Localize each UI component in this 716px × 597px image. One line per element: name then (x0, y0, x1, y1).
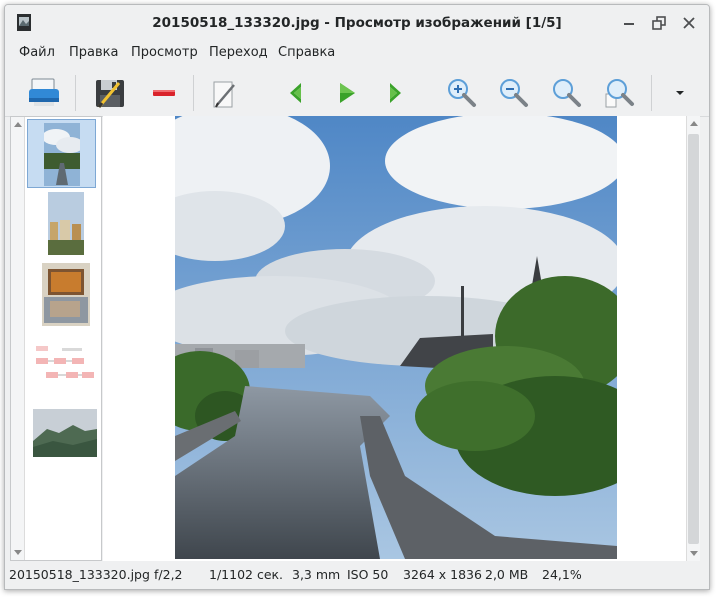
zoom-original-icon (553, 79, 581, 107)
maximize-button[interactable] (649, 13, 669, 33)
zoom-out-icon (500, 79, 528, 107)
close-button[interactable] (679, 13, 699, 33)
scroll-down-icon[interactable] (690, 551, 698, 556)
menu-view[interactable]: Просмотр (131, 45, 198, 60)
status-focal-length: 3,3 mm (292, 567, 341, 582)
thumbnail-city-photo[interactable] (48, 192, 84, 255)
scrollbar-handle[interactable] (688, 134, 699, 544)
save-as-button[interactable] (89, 76, 129, 110)
edit-button[interactable] (203, 76, 243, 110)
save-as-icon (96, 80, 124, 108)
main-photo (175, 116, 617, 559)
menu-bar: Файл Правка Просмотр Переход Справка (5, 41, 709, 67)
next-icon (390, 83, 401, 103)
status-iso: ISO 50 (347, 567, 389, 582)
menu-go[interactable]: Переход (209, 45, 268, 60)
previous-button[interactable] (275, 76, 315, 110)
zoom-fit-button[interactable] (598, 76, 638, 110)
status-zoom: 24,1% (542, 567, 582, 582)
thumbnail-mountains-photo[interactable] (33, 409, 97, 457)
window-title: 20150518_133320.jpg - Просмотр изображен… (152, 15, 562, 31)
thumbnail-river-photo (44, 123, 80, 186)
thumbnail-painting-photo[interactable] (42, 263, 90, 326)
thumbnail-scrollbar[interactable] (11, 117, 25, 560)
zoom-out-button[interactable] (493, 76, 533, 110)
status-aperture: f/2,2 (154, 567, 183, 582)
edit-icon (213, 81, 235, 108)
toolbar (5, 67, 709, 117)
status-filename: 20150518_133320.jpg (9, 567, 150, 582)
menu-edit[interactable]: Правка (69, 45, 118, 60)
next-button[interactable] (374, 76, 414, 110)
status-dimensions: 3264 x 1836 (403, 567, 482, 582)
thumbnail-selected[interactable] (27, 119, 96, 188)
more-dropdown-icon (676, 91, 684, 95)
delete-icon (153, 90, 175, 96)
scroll-up-icon[interactable] (14, 122, 22, 127)
thumbnail-panel[interactable] (10, 116, 102, 561)
menu-file[interactable]: Файл (19, 45, 55, 60)
image-vertical-scrollbar[interactable] (686, 116, 700, 561)
scroll-down-icon[interactable] (14, 550, 22, 555)
slideshow-button[interactable] (325, 76, 365, 110)
status-filesize: 2,0 MB (485, 567, 529, 582)
zoom-in-icon (448, 79, 476, 107)
image-display-area[interactable] (103, 116, 686, 561)
more-dropdown-button[interactable] (661, 76, 701, 110)
previous-icon (290, 83, 301, 103)
zoom-original-button[interactable] (546, 76, 586, 110)
thumbnail-flowchart-document[interactable] (32, 342, 98, 390)
title-bar[interactable]: 20150518_133320.jpg - Просмотр изображен… (5, 5, 709, 41)
delete-button[interactable] (143, 76, 183, 110)
status-bar: 20150518_133320.jpg f/2,2 1/1102 сек. 3,… (5, 561, 709, 589)
print-button[interactable] (23, 76, 63, 110)
menu-help[interactable]: Справка (278, 45, 335, 60)
zoom-in-button[interactable] (441, 76, 481, 110)
minimize-button[interactable] (619, 13, 639, 33)
status-exposure: 1/1102 сек. (209, 567, 284, 582)
zoom-fit-icon (605, 79, 634, 108)
image-viewer-window: 20150518_133320.jpg - Просмотр изображен… (4, 4, 710, 590)
slideshow-play-icon (340, 83, 355, 103)
scroll-up-icon[interactable] (690, 121, 698, 126)
print-icon (29, 78, 59, 106)
